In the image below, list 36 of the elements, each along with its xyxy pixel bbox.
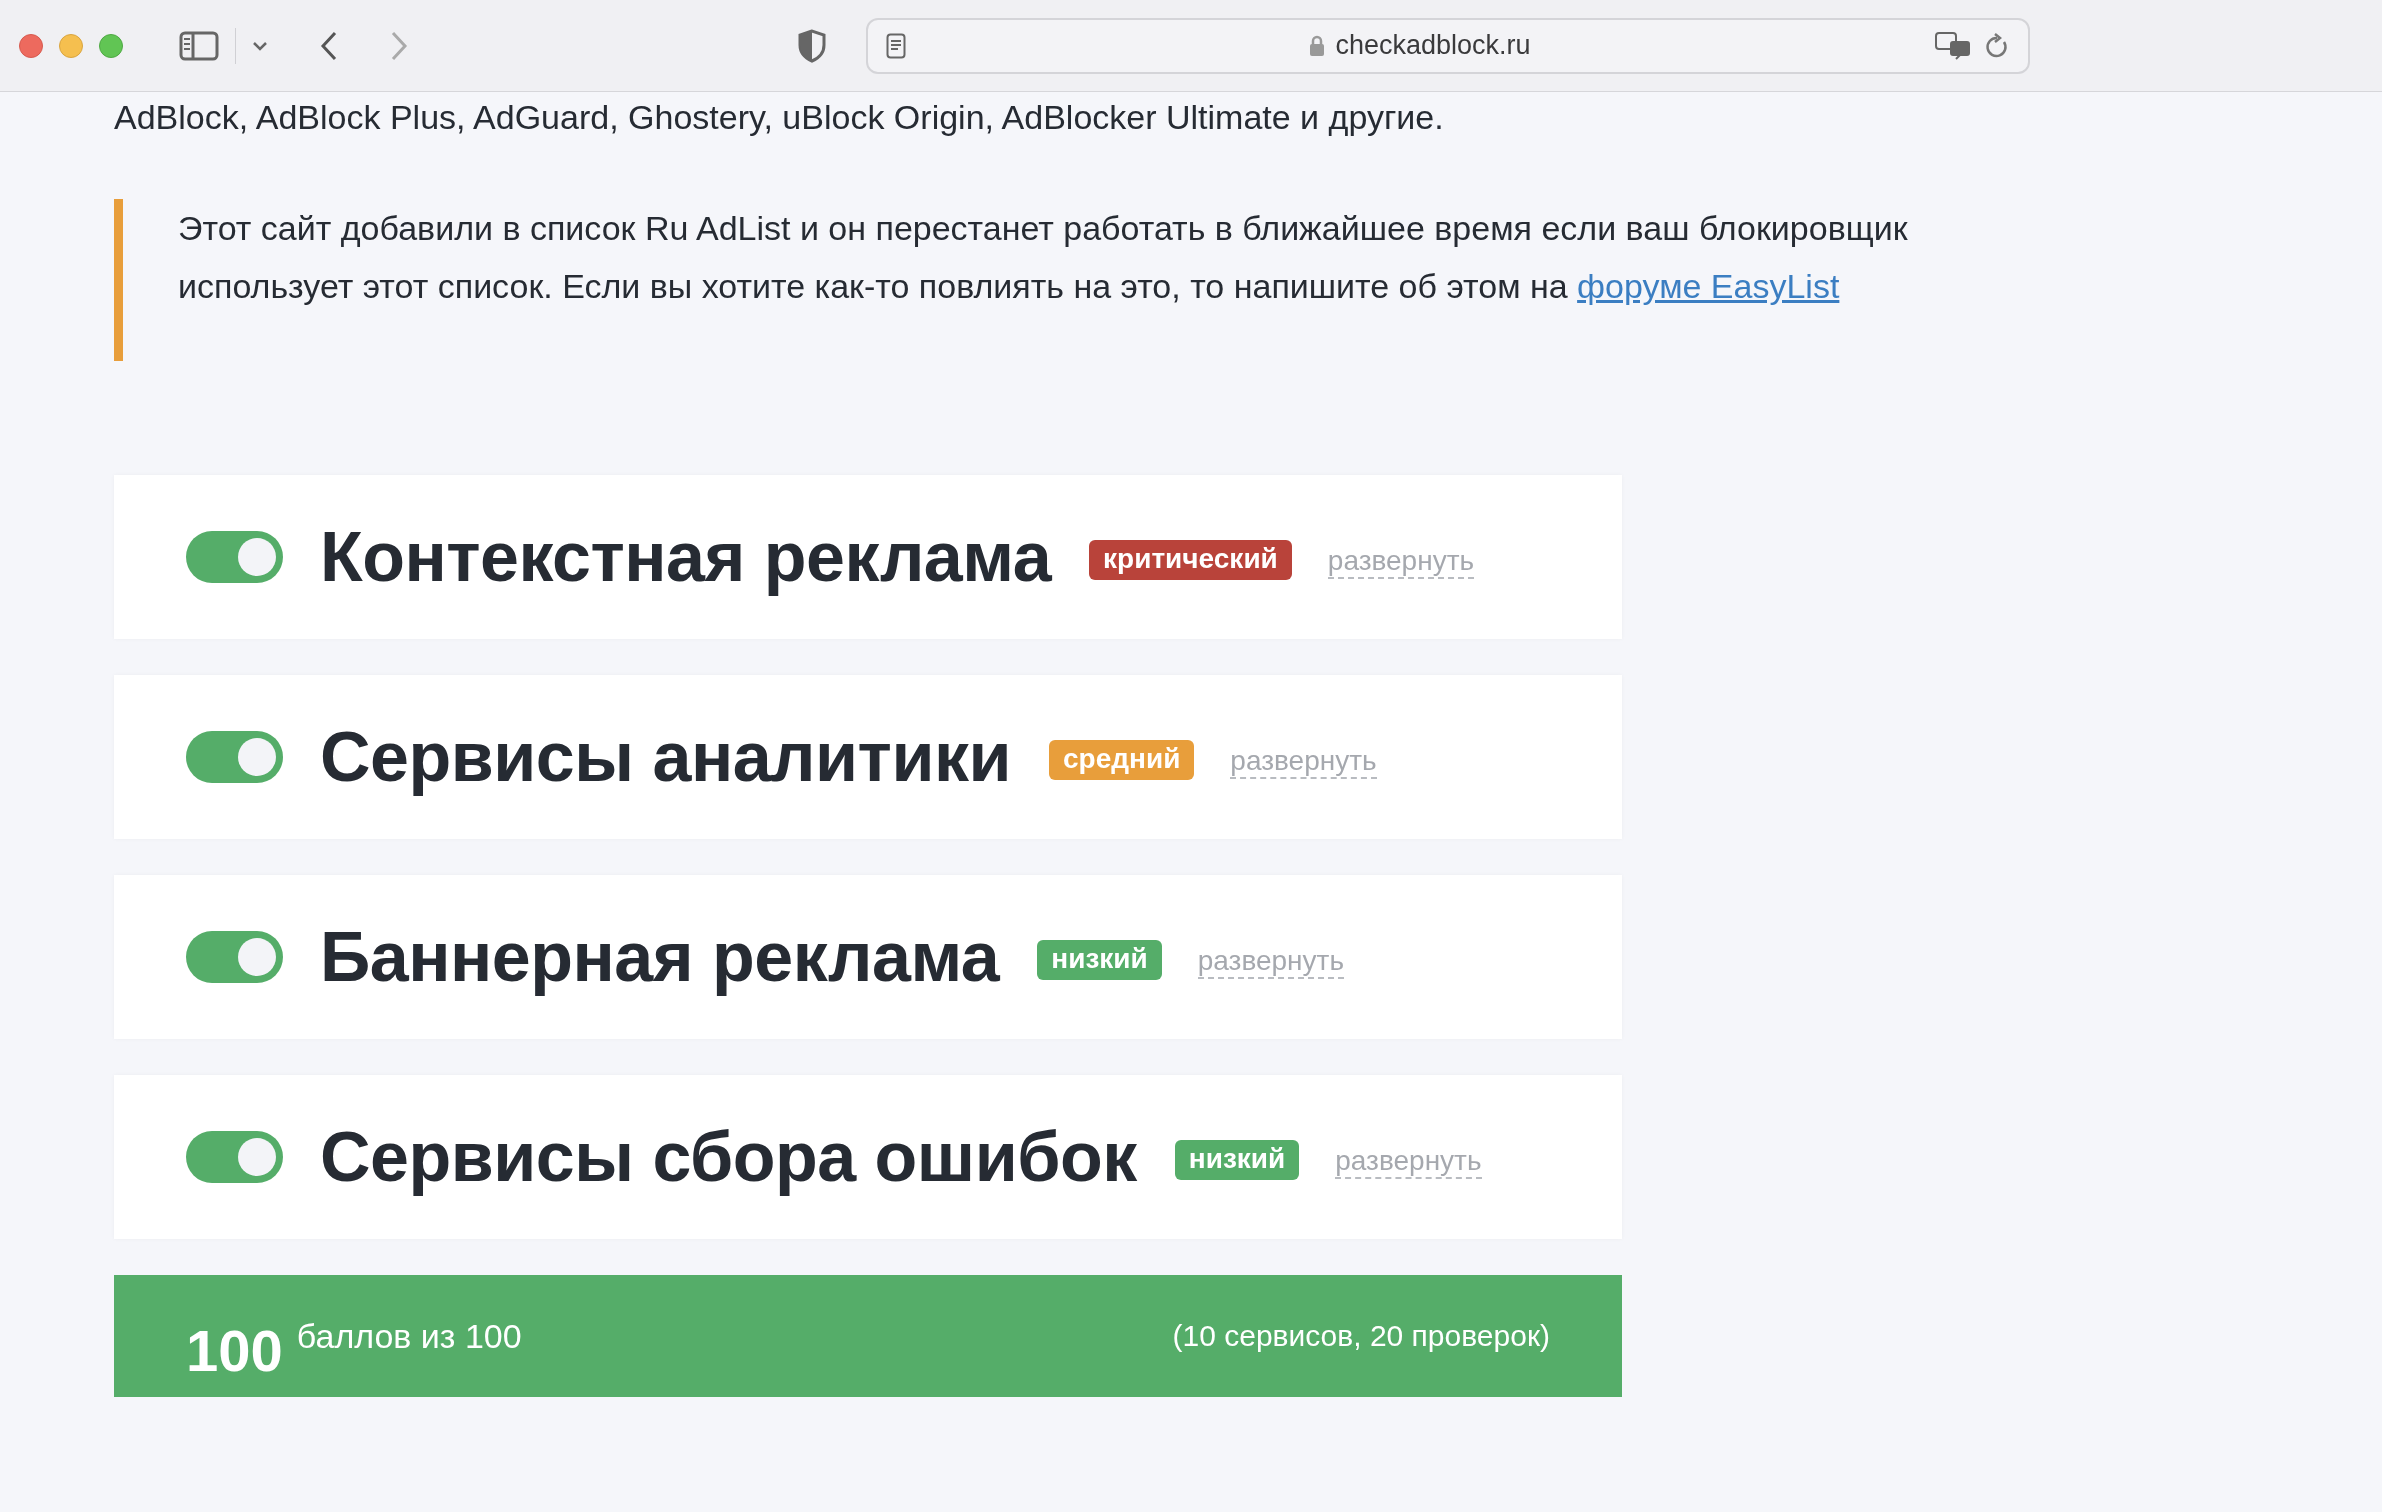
forward-icon[interactable]	[390, 30, 408, 61]
score-details: (10 сервисов, 20 проверок)	[1172, 1319, 1550, 1353]
minimize-button[interactable]	[59, 33, 83, 58]
service-title: Баннерная реклама	[320, 917, 1000, 997]
service-title: Сервисы сбора ошибок	[320, 1117, 1137, 1197]
zoom-button[interactable]	[99, 33, 123, 58]
url-text: checkadblock.ru	[1335, 30, 1531, 61]
toggle-switch[interactable]	[186, 931, 283, 983]
close-button[interactable]	[19, 33, 43, 58]
service-title: Контекстная реклама	[320, 517, 1052, 597]
address-bar[interactable]: checkadblock.ru	[866, 17, 2030, 74]
service-title: Сервисы аналитики	[320, 717, 1011, 797]
toggle-switch[interactable]	[186, 1131, 283, 1183]
intro-text: AdBlock, AdBlock Plus, AdGuard, Ghostery, uBlock Origin, AdBlocker Ultimate и другие.	[114, 98, 1445, 137]
severity-badge: критический	[1089, 540, 1292, 580]
notice-text: Этот сайт добавили в список Ru AdList и он перестанет работать в ближайшее время если ваш блокировщик использует этот список. Если вы хотите как-то повлиять на это, то напишите об этом на форуме EasyList	[178, 208, 1909, 307]
severity-badge: низкий	[1174, 1140, 1300, 1180]
chevron-down-icon[interactable]	[252, 40, 268, 51]
expand-link[interactable]: развернуть	[1335, 1145, 1482, 1179]
back-icon[interactable]	[320, 30, 338, 61]
translate-icon[interactable]	[1934, 30, 1972, 61]
score-label: баллов из 100	[296, 1316, 522, 1356]
expand-link[interactable]: развернуть	[1197, 945, 1344, 979]
expand-link[interactable]: развернуть	[1327, 545, 1475, 579]
sidebar-icon[interactable]	[179, 30, 219, 61]
reload-icon[interactable]	[1984, 31, 2010, 60]
lock-icon	[1309, 34, 1326, 57]
reader-icon[interactable]	[886, 32, 906, 59]
toggle-switch[interactable]	[186, 531, 283, 583]
forum-link[interactable]: форуме EasyList	[1577, 267, 1840, 305]
severity-badge: низкий	[1037, 940, 1162, 980]
shield-icon[interactable]	[798, 28, 826, 63]
severity-badge: средний	[1049, 740, 1195, 780]
toggle-switch[interactable]	[186, 731, 283, 783]
expand-link[interactable]: развернуть	[1230, 745, 1377, 779]
score-value: 100	[186, 1316, 283, 1384]
